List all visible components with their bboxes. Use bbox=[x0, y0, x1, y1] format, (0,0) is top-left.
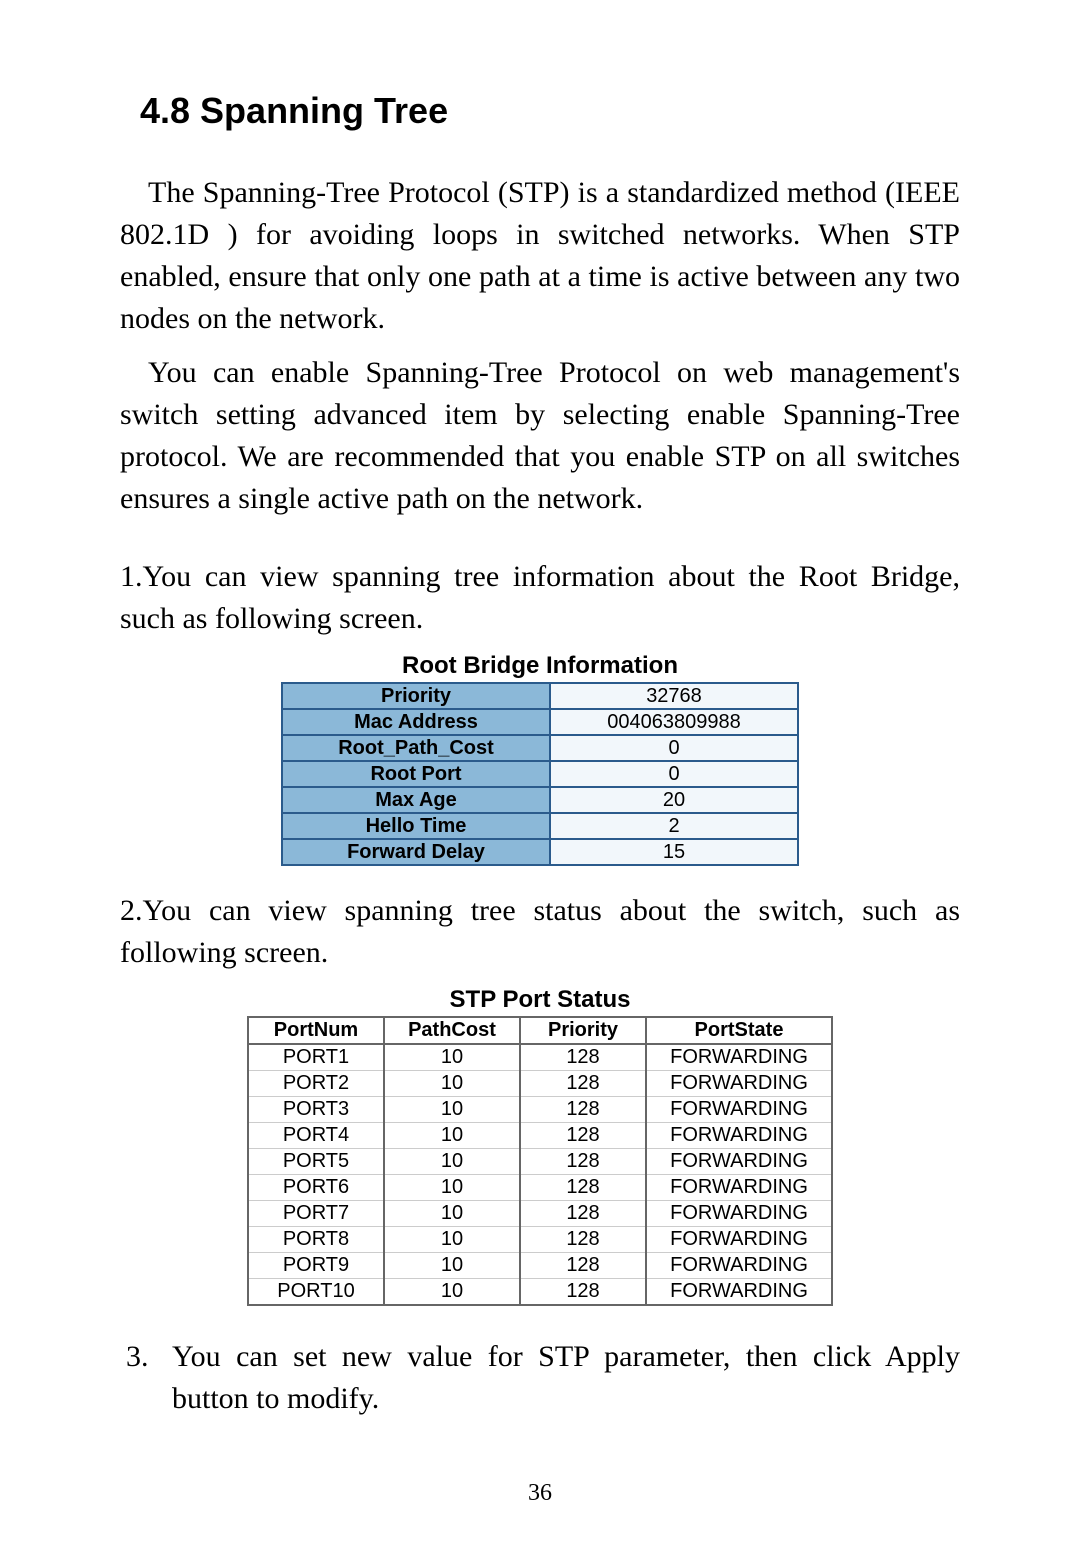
section-heading: 4.8 Spanning Tree bbox=[140, 90, 960, 132]
port-cell-priority: 128 bbox=[520, 1175, 646, 1201]
port-cell-priority: 128 bbox=[520, 1044, 646, 1071]
table-row: Mac Address004063809988 bbox=[282, 709, 798, 735]
table-row: Max Age20 bbox=[282, 787, 798, 813]
root-row-label: Root_Path_Cost bbox=[282, 735, 550, 761]
port-cell-portstate: FORWARDING bbox=[646, 1071, 832, 1097]
step-3: 3. You can set new value for STP paramet… bbox=[120, 1336, 960, 1420]
root-row-label: Forward Delay bbox=[282, 839, 550, 865]
root-row-label: Mac Address bbox=[282, 709, 550, 735]
table-row: Forward Delay15 bbox=[282, 839, 798, 865]
root-row-value: 15 bbox=[550, 839, 798, 865]
root-row-value: 32768 bbox=[550, 683, 798, 709]
port-cell-portstate: FORWARDING bbox=[646, 1253, 832, 1279]
root-row-value: 004063809988 bbox=[550, 709, 798, 735]
port-cell-priority: 128 bbox=[520, 1097, 646, 1123]
port-cell-priority: 128 bbox=[520, 1149, 646, 1175]
port-cell-pathcost: 10 bbox=[384, 1097, 520, 1123]
port-cell-priority: 128 bbox=[520, 1227, 646, 1253]
root-row-label: Max Age bbox=[282, 787, 550, 813]
port-cell-pathcost: 10 bbox=[384, 1123, 520, 1149]
port-cell-portstate: FORWARDING bbox=[646, 1123, 832, 1149]
step-3-number: 3. bbox=[120, 1336, 172, 1420]
port-cell-portstate: FORWARDING bbox=[646, 1175, 832, 1201]
page-number: 36 bbox=[120, 1480, 960, 1507]
root-bridge-caption: Root Bridge Information bbox=[120, 652, 960, 680]
table-row: PORT310128FORWARDING bbox=[248, 1097, 832, 1123]
table-row: Root_Path_Cost0 bbox=[282, 735, 798, 761]
col-header-portstate: PortState bbox=[646, 1017, 832, 1044]
port-cell-portstate: FORWARDING bbox=[646, 1201, 832, 1227]
step-2-text: 2.You can view spanning tree status abou… bbox=[120, 890, 960, 974]
stp-port-table: PortNum PathCost Priority PortState PORT… bbox=[247, 1016, 833, 1306]
table-row: PORT110128FORWARDING bbox=[248, 1044, 832, 1071]
table-row: Root Port0 bbox=[282, 761, 798, 787]
table-header-row: PortNum PathCost Priority PortState bbox=[248, 1017, 832, 1044]
table-row: PORT910128FORWARDING bbox=[248, 1253, 832, 1279]
table-row: Priority32768 bbox=[282, 683, 798, 709]
table-row: PORT610128FORWARDING bbox=[248, 1175, 832, 1201]
port-cell-portnum: PORT4 bbox=[248, 1123, 384, 1149]
col-header-priority: Priority bbox=[520, 1017, 646, 1044]
intro-paragraph-1: The Spanning-Tree Protocol (STP) is a st… bbox=[120, 172, 960, 340]
port-cell-pathcost: 10 bbox=[384, 1044, 520, 1071]
root-row-value: 2 bbox=[550, 813, 798, 839]
root-row-value: 0 bbox=[550, 761, 798, 787]
port-cell-pathcost: 10 bbox=[384, 1071, 520, 1097]
table-row: PORT410128FORWARDING bbox=[248, 1123, 832, 1149]
root-bridge-table: Priority32768Mac Address004063809988Root… bbox=[281, 682, 799, 866]
table-row: PORT1010128FORWARDING bbox=[248, 1279, 832, 1306]
col-header-portnum: PortNum bbox=[248, 1017, 384, 1044]
port-cell-priority: 128 bbox=[520, 1201, 646, 1227]
port-cell-pathcost: 10 bbox=[384, 1253, 520, 1279]
port-cell-portnum: PORT6 bbox=[248, 1175, 384, 1201]
port-cell-pathcost: 10 bbox=[384, 1149, 520, 1175]
port-cell-priority: 128 bbox=[520, 1123, 646, 1149]
port-cell-pathcost: 10 bbox=[384, 1201, 520, 1227]
step-1-text: 1.You can view spanning tree information… bbox=[120, 556, 960, 640]
port-cell-portnum: PORT10 bbox=[248, 1279, 384, 1306]
port-cell-portstate: FORWARDING bbox=[646, 1227, 832, 1253]
port-cell-portnum: PORT1 bbox=[248, 1044, 384, 1071]
col-header-pathcost: PathCost bbox=[384, 1017, 520, 1044]
port-cell-portstate: FORWARDING bbox=[646, 1149, 832, 1175]
root-row-label: Root Port bbox=[282, 761, 550, 787]
port-cell-pathcost: 10 bbox=[384, 1227, 520, 1253]
port-cell-portstate: FORWARDING bbox=[646, 1097, 832, 1123]
port-cell-priority: 128 bbox=[520, 1071, 646, 1097]
port-cell-portnum: PORT2 bbox=[248, 1071, 384, 1097]
port-cell-pathcost: 10 bbox=[384, 1175, 520, 1201]
port-cell-portstate: FORWARDING bbox=[646, 1279, 832, 1306]
root-row-label: Priority bbox=[282, 683, 550, 709]
port-cell-portnum: PORT7 bbox=[248, 1201, 384, 1227]
table-row: PORT810128FORWARDING bbox=[248, 1227, 832, 1253]
port-cell-portnum: PORT3 bbox=[248, 1097, 384, 1123]
step-3-text: You can set new value for STP parameter,… bbox=[172, 1336, 960, 1420]
intro-paragraph-2: You can enable Spanning-Tree Protocol on… bbox=[120, 352, 960, 520]
table-row: Hello Time2 bbox=[282, 813, 798, 839]
port-cell-portnum: PORT5 bbox=[248, 1149, 384, 1175]
port-cell-portnum: PORT9 bbox=[248, 1253, 384, 1279]
table-row: PORT510128FORWARDING bbox=[248, 1149, 832, 1175]
port-cell-pathcost: 10 bbox=[384, 1279, 520, 1306]
document-page: 4.8 Spanning Tree The Spanning-Tree Prot… bbox=[0, 0, 1080, 1567]
port-cell-priority: 128 bbox=[520, 1253, 646, 1279]
port-cell-portnum: PORT8 bbox=[248, 1227, 384, 1253]
port-cell-portstate: FORWARDING bbox=[646, 1044, 832, 1071]
root-row-value: 20 bbox=[550, 787, 798, 813]
root-row-value: 0 bbox=[550, 735, 798, 761]
table-row: PORT710128FORWARDING bbox=[248, 1201, 832, 1227]
table-row: PORT210128FORWARDING bbox=[248, 1071, 832, 1097]
stp-port-caption: STP Port Status bbox=[120, 986, 960, 1014]
root-row-label: Hello Time bbox=[282, 813, 550, 839]
port-cell-priority: 128 bbox=[520, 1279, 646, 1306]
